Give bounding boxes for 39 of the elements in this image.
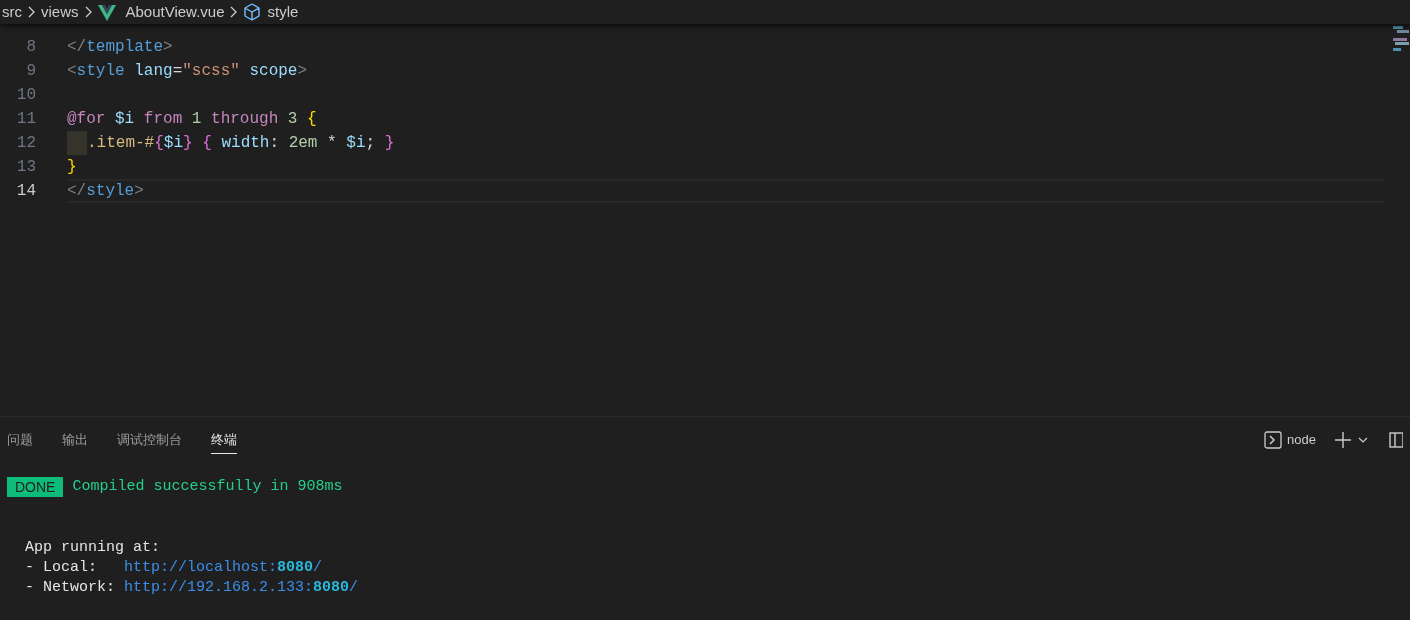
code-line: @for $i from 1 through 3 {	[67, 109, 317, 130]
code-line: <style lang="scss" scope>	[67, 61, 308, 82]
v-logo-icon	[97, 3, 116, 21]
breadcrumb-item[interactable]: src	[2, 0, 22, 24]
chevron-right-icon	[27, 5, 36, 19]
panel-tab[interactable]: 调试控制台	[117, 426, 182, 454]
code-line: .item-#{$i} { width: 2em * $i; }	[87, 133, 395, 154]
line-number: 9	[25, 61, 36, 82]
terminal-text: - Network:	[25, 578, 116, 597]
panel-tab[interactable]: 终端	[211, 426, 237, 454]
terminal-link[interactable]: http://192.168.2.133:8080/	[124, 577, 359, 597]
panel-tab[interactable]: 输出	[62, 426, 88, 454]
status-badge: DONE	[7, 477, 64, 497]
terminal-text: Compiled successfully in 908ms	[72, 476, 343, 497]
line-number: 12	[15, 133, 36, 154]
breadcrumb-item[interactable]: views	[41, 0, 79, 24]
cube-icon	[243, 3, 262, 21]
terminal-link[interactable]: http://localhost:8080/	[124, 557, 323, 577]
line-number: 8	[25, 37, 36, 58]
line-number: 13	[15, 157, 36, 178]
code-line: </style>	[67, 181, 144, 202]
add-icon[interactable]	[1335, 432, 1351, 448]
chevron-right-icon	[83, 5, 93, 19]
line-number: 10	[15, 85, 36, 106]
panel-tab[interactable]: 问题	[7, 426, 33, 454]
terminal-selector[interactable]: node	[1264, 430, 1316, 450]
line-number: 14	[15, 181, 36, 202]
terminal-icon	[1264, 431, 1283, 449]
breadcrumb-item[interactable]: style	[243, 0, 299, 24]
breadcrumb-item[interactable]: AboutView.vue	[97, 0, 225, 24]
terminal-text: - Local:	[25, 558, 98, 577]
code-line: </template>	[67, 37, 173, 58]
terminal-text: App running at:	[24, 538, 161, 557]
minimap-drawing	[1393, 26, 1409, 54]
code-line: }	[67, 157, 77, 178]
split-icon[interactable]	[1389, 432, 1403, 448]
chevron-down-icon[interactable]	[1358, 436, 1368, 444]
line-number: 11	[15, 109, 36, 130]
chevron-right-icon	[229, 5, 239, 19]
